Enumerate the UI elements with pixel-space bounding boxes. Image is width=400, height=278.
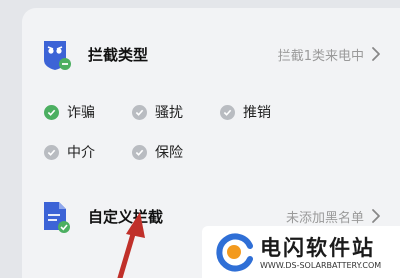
intercept-type-row[interactable]: 拦截类型 拦截1类来电中 — [42, 36, 392, 72]
intercept-type-options: 诈骗 骚扰 推销 中介 保险 — [44, 100, 384, 164]
watermark-url: WWW.DS-SOLARBATTERY.COM — [260, 261, 382, 270]
custom-intercept-value: 未添加黑名单 — [285, 210, 364, 226]
check-icon — [132, 144, 147, 160]
option-label: 诈骗 — [67, 105, 95, 121]
chevron-right-icon[interactable] — [366, 44, 386, 64]
document-check-icon — [42, 200, 70, 233]
option-label: 推销 — [243, 105, 271, 121]
check-icon — [132, 104, 147, 120]
intercept-type-value: 拦截1类来电中 — [277, 48, 364, 64]
watermark-banner: 电闪软件站 WWW.DS-SOLARBATTERY.COM — [202, 226, 400, 278]
check-icon — [44, 104, 59, 120]
check-icon — [220, 104, 235, 120]
option-harassment[interactable]: 骚扰 — [132, 100, 220, 124]
option-label: 中介 — [67, 145, 95, 161]
option-marketing[interactable]: 推销 — [220, 100, 308, 124]
chevron-right-icon[interactable] — [366, 206, 386, 226]
watermark-name: 电闪软件站 — [260, 236, 375, 260]
option-fraud[interactable]: 诈骗 — [44, 100, 132, 124]
red-arrow-annotation-icon — [117, 212, 145, 278]
watermark-logo-icon — [216, 233, 253, 272]
check-icon — [44, 144, 59, 160]
intercept-type-title: 拦截类型 — [88, 45, 149, 64]
option-insurance[interactable]: 保险 — [132, 140, 220, 164]
option-label: 保险 — [155, 145, 183, 161]
option-label: 骚扰 — [155, 105, 183, 121]
shield-block-icon — [42, 38, 71, 70]
option-agency[interactable]: 中介 — [44, 140, 132, 164]
